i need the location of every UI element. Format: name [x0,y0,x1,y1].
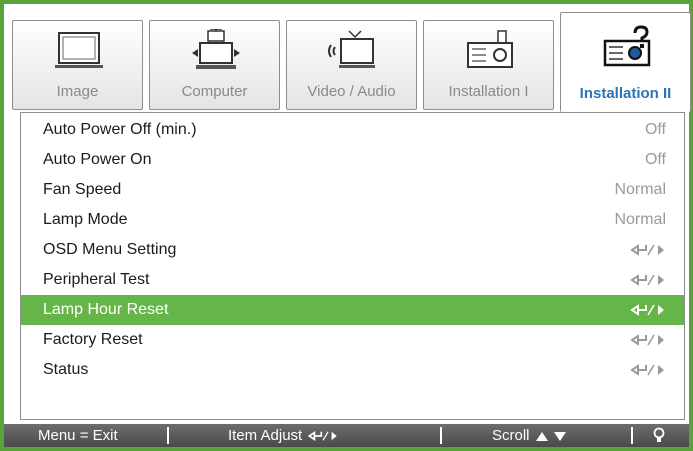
menu-item-label: OSD Menu Setting [43,241,177,258]
tab-computer-label: Computer [181,83,248,100]
menu-item-label: Factory Reset [43,331,143,348]
menu-item-label: Peripheral Test [43,271,150,288]
menu-item-auto-power-off[interactable]: Auto Power Off (min.) Off [21,115,684,145]
tab-image-label: Image [56,83,99,100]
menu-item-label: Auto Power Off (min.) [43,121,197,138]
monitor-icon [55,32,103,68]
up-down-arrows-icon [535,432,566,442]
osd-menu-frame: Image Computer Video / Audio Installatio… [0,0,693,451]
scroll-label: Scroll [492,427,530,444]
menu-item-label: Lamp Mode [43,211,128,228]
projector-icon [467,30,513,68]
item-adjust-hint: Item Adjust [228,424,340,447]
tab-video-audio-label: Video / Audio [307,83,396,100]
tip-bulb-icon [652,427,666,451]
tab-video-audio[interactable]: Video / Audio [286,20,417,110]
menu-exit-hint: Menu = Exit [38,427,118,444]
tab-installation-2-label: Installation II [579,85,672,102]
divider [440,427,442,444]
divider [631,427,633,444]
menu-item-label: Auto Power On [43,151,152,168]
tab-bar: Image Computer Video / Audio Installatio… [12,12,691,112]
tab-computer[interactable]: Computer [149,20,280,110]
video-audio-icon [328,30,375,68]
menu-item-peripheral-test[interactable]: Peripheral Test [21,265,684,295]
menu-item-factory-reset[interactable]: Factory Reset [21,325,684,355]
tab-image[interactable]: Image [12,20,143,110]
enter-right-icon [630,265,666,295]
menu-item-status[interactable]: Status [21,355,684,385]
menu-item-label: Fan Speed [43,181,122,198]
menu-item-label: Status [43,361,89,378]
menu-item-value: Normal [614,181,666,198]
enter-right-icon [308,431,338,442]
menu-item-osd-menu-setting[interactable]: OSD Menu Setting [21,235,684,265]
enter-right-icon [630,355,666,385]
enter-right-icon [630,295,666,325]
menu-item-value: Off [644,121,666,138]
scroll-hint: Scroll [492,424,568,447]
menu-panel: Auto Power Off (min.) Off Auto Power On … [20,112,685,420]
menu-item-value: Off [644,151,666,168]
tab-installation-2[interactable]: Installation II [560,12,691,112]
tab-installation-1-label: Installation I [448,83,529,100]
enter-right-icon [630,235,666,265]
enter-right-icon [630,325,666,355]
menu-item-fan-speed[interactable]: Fan Speed Normal [21,175,684,205]
menu-item-lamp-mode[interactable]: Lamp Mode Normal [21,205,684,235]
status-bar: Menu = Exit Item Adjust Scroll [4,424,689,447]
item-adjust-label: Item Adjust [228,427,303,444]
menu-item-lamp-hour-reset[interactable]: Lamp Hour Reset [21,295,684,325]
projector-help-icon [603,25,651,67]
divider [167,427,169,444]
computer-icon [192,29,240,69]
tab-installation-1[interactable]: Installation I [423,20,554,110]
menu-item-value: Normal [614,211,666,228]
menu-item-auto-power-on[interactable]: Auto Power On Off [21,145,684,175]
menu-item-label: Lamp Hour Reset [43,301,169,318]
